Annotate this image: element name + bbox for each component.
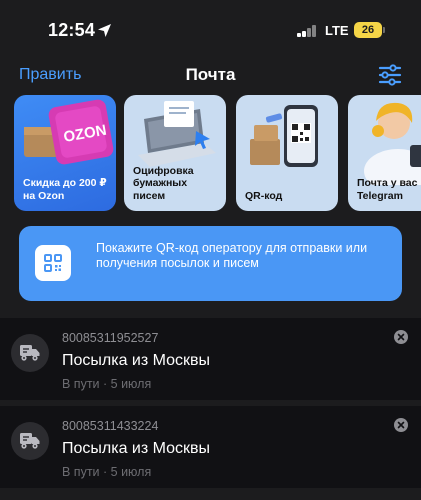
status-time: 12:54: [48, 20, 96, 40]
battery-cap: [383, 27, 385, 33]
parcel-title: Посылка из Москвы: [62, 440, 211, 457]
promo-card-label: Оцифровка бумажных писем: [133, 164, 194, 202]
location-arrow-icon: [98, 24, 111, 37]
filter-settings-icon[interactable]: [378, 64, 402, 86]
parcel-status: В пути · 5 июля: [62, 465, 152, 479]
delivery-truck-icon: [11, 334, 49, 372]
status-bar: 12:54 LTE 26: [0, 0, 421, 58]
parcel-tracking-number: 80085311433224: [62, 419, 159, 433]
delivery-truck-icon: [11, 422, 49, 460]
qr-code-icon: [35, 245, 71, 281]
battery-icon: 26: [354, 22, 382, 38]
parcel-status: В пути · 5 июля: [62, 377, 152, 391]
close-icon[interactable]: [394, 330, 408, 344]
close-icon[interactable]: [394, 418, 408, 432]
telegram-girl-illustration: [364, 102, 421, 185]
parcel-tracking-number: 80085311952527: [62, 331, 159, 345]
parcel-item[interactable]: 80085311433224 Посылка из Москвы В пути …: [0, 406, 421, 488]
promo-card-label: Почта у вас в Telegram: [357, 177, 421, 202]
promo-card-qr[interactable]: QR-код: [236, 95, 338, 211]
promo-card-telegram[interactable]: Почта у вас в Telegram: [348, 95, 421, 211]
screen: 12:54 LTE 26 Править Почта OZON Скидка д…: [0, 0, 421, 500]
network-type: LTE: [325, 23, 349, 38]
ozon-box-illustration: OZON: [24, 99, 114, 165]
banner-text: Покажите QR-код оператору для отправки и…: [96, 241, 368, 270]
cellular-signal-icon: [297, 25, 317, 37]
edit-button[interactable]: Править: [19, 66, 81, 84]
promo-card-label: QR-код: [245, 189, 283, 202]
promo-card-ozon[interactable]: OZON Скидка до 200 ₽ на Ozon: [14, 95, 116, 211]
parcel-title: Посылка из Москвы: [62, 352, 211, 369]
phone-qr-illustration: [250, 105, 318, 167]
qr-code-banner[interactable]: Покажите QR-код оператору для отправки и…: [19, 226, 402, 301]
promo-card-digitization[interactable]: Оцифровка бумажных писем: [124, 95, 226, 211]
parcel-item[interactable]: 80085311952527 Посылка из Москвы В пути …: [0, 318, 421, 400]
promo-card-label: Скидка до 200 ₽ на Ozon: [23, 177, 107, 202]
promo-carousel[interactable]: OZON Скидка до 200 ₽ на Ozon Оцифровка б…: [14, 95, 421, 211]
